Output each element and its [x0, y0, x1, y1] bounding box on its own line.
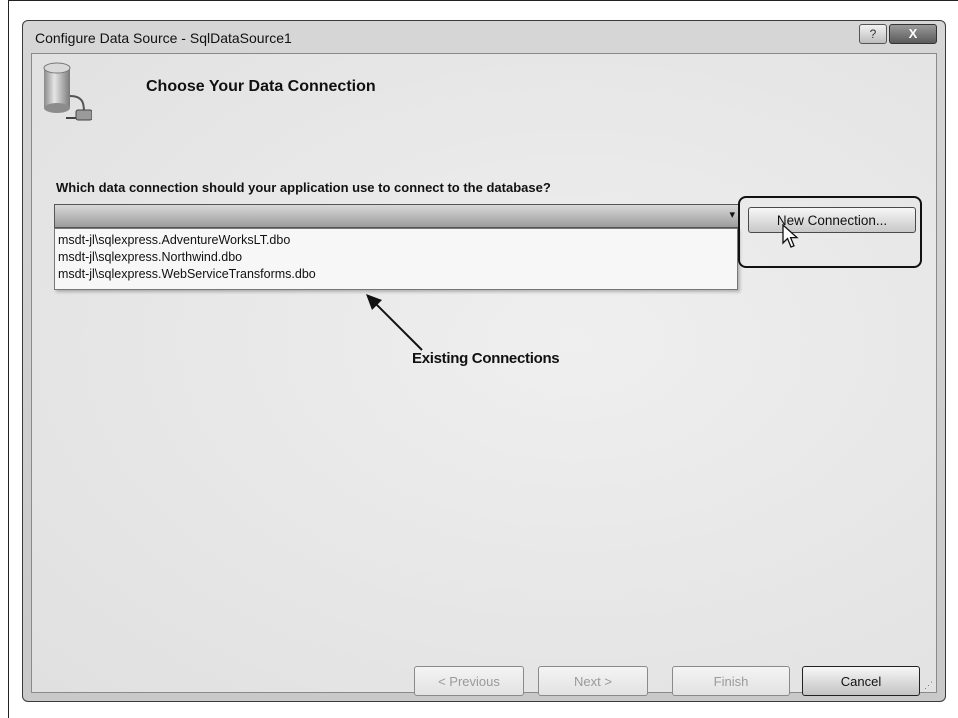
close-button[interactable]: X	[889, 24, 937, 44]
next-button[interactable]: Next >	[538, 666, 648, 696]
page-heading: Choose Your Data Connection	[146, 78, 376, 95]
configure-data-source-dialog: Configure Data Source - SqlDataSource1 ?…	[22, 20, 946, 702]
annotation-arrow-icon	[366, 294, 423, 351]
existing-connections-callout: Existing Connections	[412, 350, 560, 367]
connection-dropdown-list: msdt-jl\sqlexpress.AdventureWorksLT.dbo …	[54, 228, 738, 290]
page-frame-left	[8, 0, 9, 718]
dialog-body: Choose Your Data Connection Which data c…	[31, 53, 937, 696]
window-title: Configure Data Source - SqlDataSource1	[35, 30, 292, 46]
chevron-down-icon[interactable]: ▾	[729, 208, 735, 221]
mouse-pointer-icon	[782, 224, 799, 248]
list-item[interactable]: msdt-jl\sqlexpress.AdventureWorksLT.dbo	[55, 232, 737, 249]
help-button[interactable]: ?	[859, 24, 887, 44]
connection-question-label: Which data connection should your applic…	[56, 180, 551, 195]
resize-grip-icon[interactable]: ⋰	[924, 680, 934, 690]
new-connection-button[interactable]: New Connection...	[748, 207, 916, 233]
cancel-button[interactable]: Cancel	[802, 666, 920, 696]
database-plug-icon	[43, 62, 92, 121]
list-item[interactable]: msdt-jl\sqlexpress.Northwind.dbo	[55, 249, 737, 266]
title-bar[interactable]: Configure Data Source - SqlDataSource1 ?…	[23, 21, 945, 55]
previous-button[interactable]: < Previous	[414, 666, 524, 696]
finish-button[interactable]: Finish	[672, 666, 790, 696]
page-frame-top	[8, 0, 958, 1]
list-item[interactable]: msdt-jl\sqlexpress.WebServiceTransforms.…	[55, 266, 737, 283]
connection-combobox[interactable]: ▾	[54, 204, 740, 228]
